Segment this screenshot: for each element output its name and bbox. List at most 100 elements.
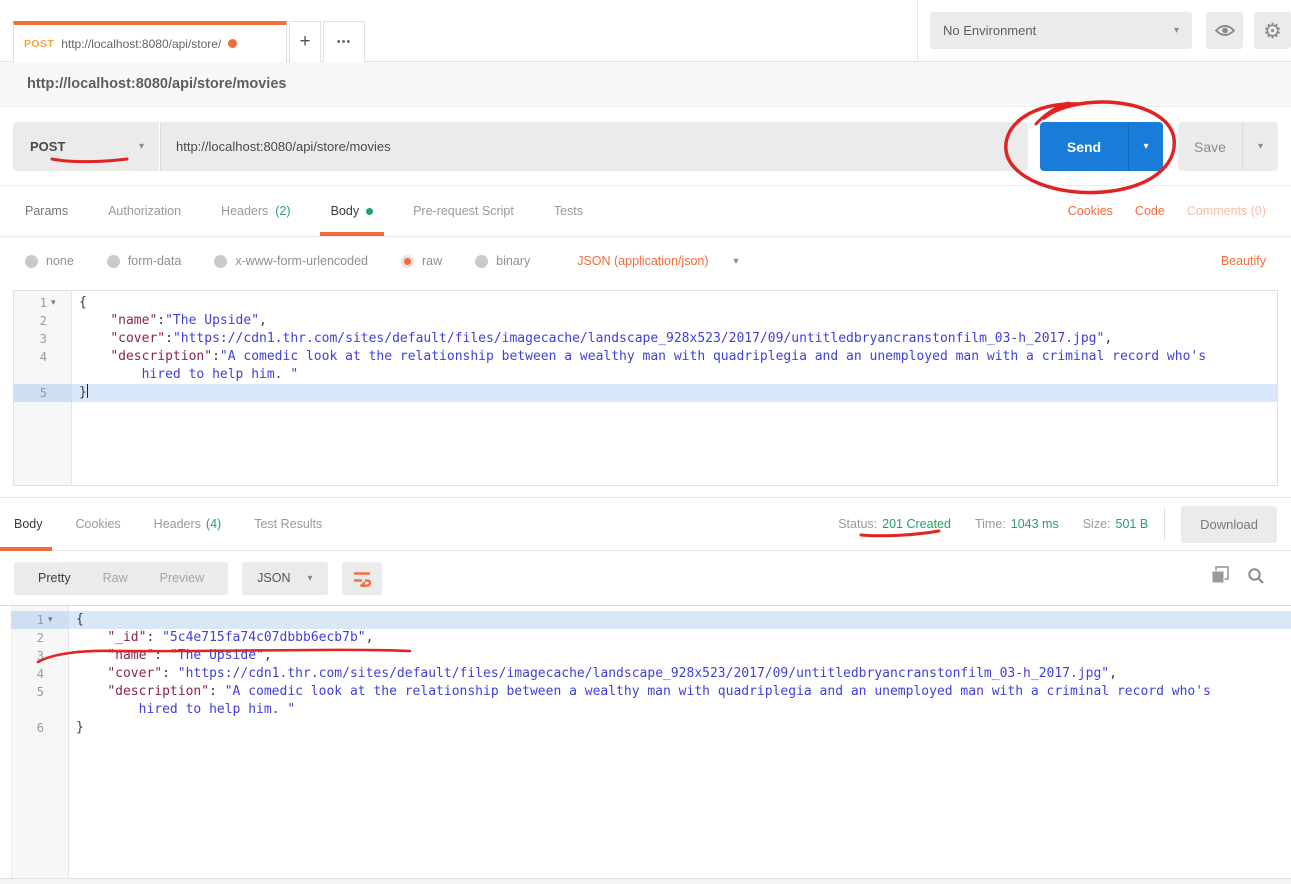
tab-headers-label: Headers [221, 204, 268, 218]
view-pretty[interactable]: Pretty [22, 571, 87, 585]
comments-link[interactable]: Comments (0) [1187, 204, 1266, 218]
environment-label: No Environment [943, 23, 1036, 38]
tab-params[interactable]: Params [25, 186, 68, 236]
chevron-down-icon: ▾ [1174, 25, 1179, 36]
line-number: 2 [14, 312, 72, 330]
editor-line: 1▾{ [14, 294, 1277, 312]
editor-line: 2 "_id": "5c4e715fa74c07dbbb6ecb7b", [0, 629, 1291, 647]
tab-params-label: Params [25, 204, 68, 218]
tab-pre-request-label: Pre-request Script [413, 204, 514, 218]
tab-tests-label: Tests [554, 204, 583, 218]
content-type-select[interactable]: JSON (application/json) ▾ [577, 254, 738, 268]
body-type-binary[interactable]: binary [475, 254, 530, 268]
body-type-form-data[interactable]: form-data [107, 254, 182, 268]
method-select[interactable]: POST ▾ [13, 122, 159, 171]
response-editor-lines: 1▾{2 "_id": "5c4e715fa74c07dbbb6ecb7b",3… [0, 606, 1291, 737]
tab-url-label: http://localhost:8080/api/store/ [61, 37, 221, 51]
wrap-lines-button[interactable] [342, 562, 382, 595]
fold-caret-icon[interactable]: ▾ [51, 294, 56, 312]
body-type-binary-label: binary [496, 254, 530, 268]
save-options-button[interactable]: ▾ [1242, 122, 1278, 171]
topbar-divider [917, 0, 918, 62]
code-link[interactable]: Code [1135, 204, 1165, 218]
search-button[interactable] [1247, 567, 1265, 590]
radio-icon [25, 255, 38, 268]
url-input[interactable]: http://localhost:8080/api/store/movies [160, 122, 1028, 171]
line-number: 6 [11, 719, 69, 737]
radio-selected-icon [401, 255, 414, 268]
save-label: Save [1178, 122, 1242, 171]
request-tab[interactable]: POST http://localhost:8080/api/store/ [13, 21, 287, 62]
body-type-none[interactable]: none [25, 254, 74, 268]
beautify-link[interactable]: Beautify [1221, 254, 1266, 268]
save-button[interactable]: Save ▾ [1178, 122, 1278, 171]
copy-button[interactable] [1211, 566, 1230, 590]
body-type-raw[interactable]: raw [401, 254, 442, 268]
tab-headers[interactable]: Headers (2) [221, 186, 291, 236]
response-format-select[interactable]: JSON ▾ [242, 562, 327, 595]
response-tab-headers[interactable]: Headers (4) [154, 498, 222, 550]
response-tab-headers-label: Headers [154, 517, 201, 531]
environment-quick-look-button[interactable] [1206, 12, 1243, 49]
cookies-link[interactable]: Cookies [1068, 204, 1113, 218]
eye-icon [1214, 23, 1236, 38]
copy-icon [1211, 566, 1230, 585]
line-number: 3 [11, 647, 69, 665]
more-tabs-button[interactable]: ••• [323, 21, 365, 62]
request-title-strip: http://localhost:8080/api/store/movies [0, 62, 1291, 107]
editor-line: 1▾{ [0, 611, 1291, 629]
tab-pre-request-script[interactable]: Pre-request Script [413, 186, 514, 236]
request-builder-row: POST ▾ http://localhost:8080/api/store/m… [0, 107, 1291, 186]
body-type-urlencoded[interactable]: x-www-form-urlencoded [214, 254, 368, 268]
chevron-down-icon: ▾ [139, 141, 144, 152]
editor-line: 5 "description": "A comedic look at the … [0, 683, 1291, 719]
tab-authorization-label: Authorization [108, 204, 181, 218]
response-tabs-row: Body Cookies Headers (4) Test Results St… [0, 497, 1291, 551]
status-label: Status: [838, 517, 877, 531]
body-type-raw-label: raw [422, 254, 442, 268]
editor-line: 4 "description":"A comedic look at the r… [14, 348, 1277, 384]
line-number: 5 [11, 683, 69, 719]
settings-button[interactable]: ⚙ [1254, 12, 1291, 49]
new-tab-button[interactable]: + [289, 21, 321, 62]
send-button[interactable]: Send ▾ [1040, 122, 1163, 171]
line-number: 1▾ [14, 294, 72, 312]
response-tab-body[interactable]: Body [14, 498, 43, 550]
chevron-down-icon: ▾ [307, 573, 312, 584]
response-toolbar: Pretty Raw Preview JSON ▾ [0, 551, 1291, 605]
bottom-scroll-strip[interactable] [0, 878, 1291, 884]
tab-authorization[interactable]: Authorization [108, 186, 181, 236]
chevron-down-icon: ▾ [1258, 141, 1263, 152]
response-meta: Status: 201 Created Time: 1043 ms Size: … [838, 506, 1277, 543]
fold-caret-icon[interactable]: ▾ [48, 611, 53, 629]
tab-headers-count: (2) [275, 204, 290, 218]
method-label: POST [30, 139, 65, 154]
response-tool-icons [1211, 566, 1277, 590]
download-button[interactable]: Download [1181, 506, 1277, 543]
view-raw[interactable]: Raw [87, 571, 144, 585]
time-label: Time: [975, 517, 1006, 531]
response-tab-test-results[interactable]: Test Results [254, 498, 322, 550]
request-tabs-row: Params Authorization Headers (2) Body Pr… [0, 186, 1291, 237]
line-number: 4 [14, 348, 72, 384]
response-tab-cookies[interactable]: Cookies [76, 498, 121, 550]
environment-select[interactable]: No Environment ▾ [930, 12, 1192, 49]
editor-line: 3 "name": "The Upside", [0, 647, 1291, 665]
request-editor-lines: 1▾{2 "name":"The Upside",3 "cover":"http… [14, 291, 1277, 402]
request-title: http://localhost:8080/api/store/movies [27, 76, 286, 92]
request-links: Cookies Code Comments (0) [1068, 204, 1266, 218]
line-number: 5 [14, 384, 72, 402]
body-present-dot [366, 208, 373, 215]
response-tab-cookies-label: Cookies [76, 517, 121, 531]
response-tab-test-results-label: Test Results [254, 517, 322, 531]
tab-body[interactable]: Body [331, 186, 374, 236]
url-value: http://localhost:8080/api/store/movies [176, 139, 391, 154]
view-preview[interactable]: Preview [144, 571, 220, 585]
body-type-none-label: none [46, 254, 74, 268]
response-body-viewer[interactable]: 1▾{2 "_id": "5c4e715fa74c07dbbb6ecb7b",3… [0, 605, 1291, 878]
send-options-button[interactable]: ▾ [1128, 122, 1163, 171]
body-type-row: none form-data x-www-form-urlencoded raw… [0, 237, 1291, 285]
tab-tests[interactable]: Tests [554, 186, 583, 236]
request-body-editor[interactable]: 1▾{2 "name":"The Upside",3 "cover":"http… [13, 290, 1278, 486]
line-number: 2 [11, 629, 69, 647]
